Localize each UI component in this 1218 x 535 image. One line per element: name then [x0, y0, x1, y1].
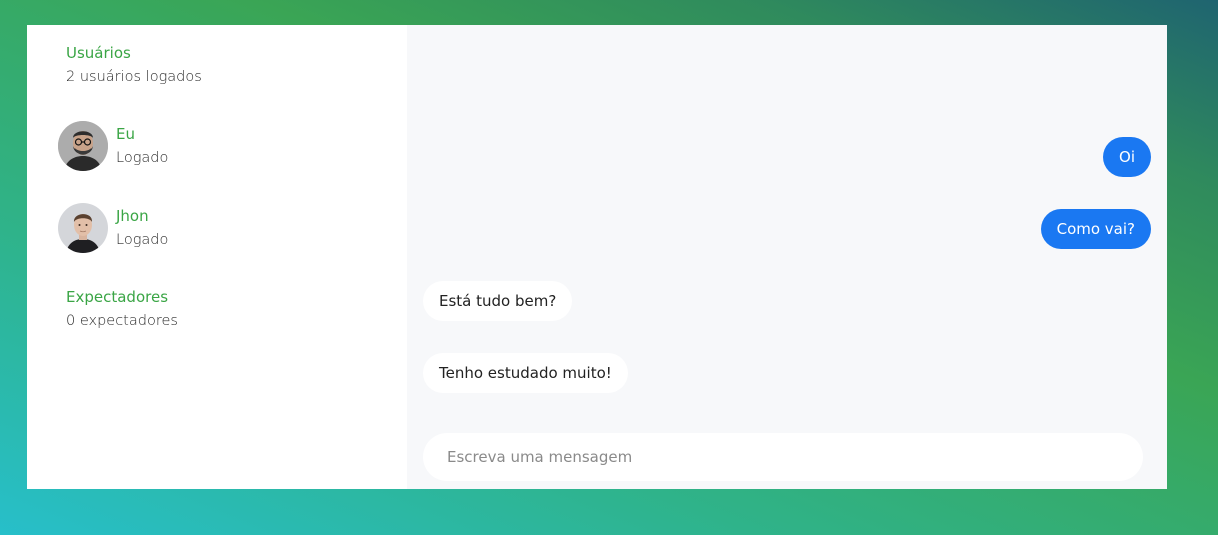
chat-app-window: Usuários 2 usuários logados Eu Logado Jh…: [27, 25, 1167, 489]
young-man-avatar: [58, 203, 108, 253]
user-item-eu[interactable]: Eu Logado: [58, 121, 168, 171]
sidebar: Usuários 2 usuários logados Eu Logado Jh…: [27, 25, 407, 489]
user-status: Logado: [116, 150, 169, 166]
message-sent: Oi: [1103, 137, 1151, 177]
chat-panel: Oi Como vai? Está tudo bem? Tenho estuda…: [407, 25, 1167, 489]
user-name: Eu: [116, 125, 135, 143]
users-section-title: Usuários: [66, 44, 131, 62]
spectators-section-title: Expectadores: [66, 288, 169, 306]
users-count: 2 usuários logados: [66, 69, 202, 85]
user-item-jhon[interactable]: Jhon Logado: [58, 203, 168, 253]
bearded-man-avatar: [58, 121, 108, 171]
message-sent: Como vai?: [1040, 209, 1151, 249]
message-input[interactable]: [423, 433, 1143, 481]
message-received: Tenho estudado muito!: [423, 353, 628, 393]
user-name: Jhon: [116, 207, 149, 225]
spectators-count: 0 expectadores: [66, 313, 178, 329]
user-status: Logado: [116, 232, 169, 248]
message-received: Está tudo bem?: [423, 281, 573, 321]
